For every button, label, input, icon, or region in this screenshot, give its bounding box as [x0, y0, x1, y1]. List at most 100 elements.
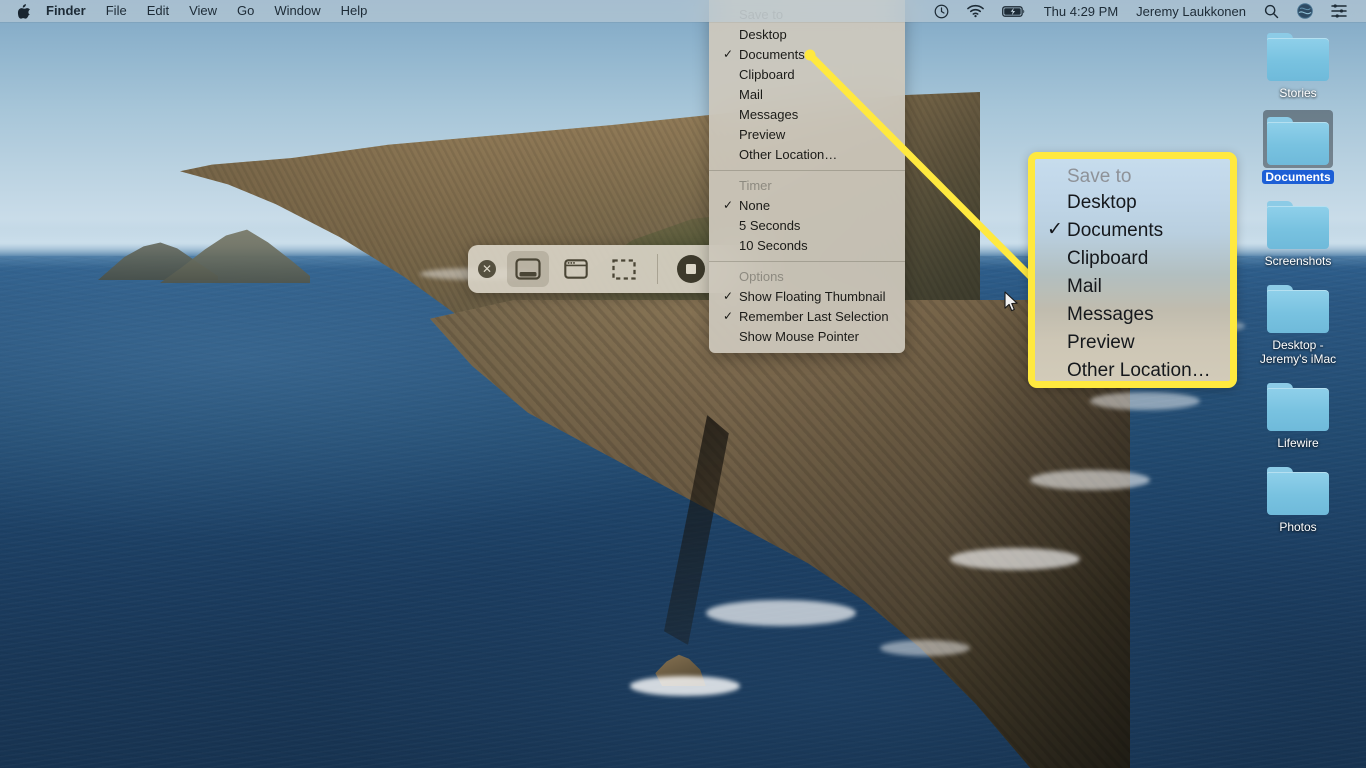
menu-item-10-seconds[interactable]: 10 Seconds — [709, 236, 905, 256]
desktop-icon-label: Documents — [1262, 170, 1334, 184]
callout-item-documents: ✓ Documents — [1035, 217, 1230, 245]
desktop-icon-lifewire[interactable]: Lifewire — [1243, 376, 1353, 450]
menu-view[interactable]: View — [179, 0, 227, 22]
capture-entire-screen-button[interactable] — [507, 251, 549, 287]
menu-item-preview[interactable]: Preview — [709, 125, 905, 145]
macos-menu-bar[interactable]: Finder File Edit View Go Window Help Thu… — [0, 0, 1366, 22]
callout-item-label: Desktop — [1067, 192, 1137, 213]
menu-window[interactable]: Window — [264, 0, 330, 22]
menu-item-other-location[interactable]: Other Location… — [709, 145, 905, 165]
desktop-icon-label: Stories — [1279, 86, 1317, 100]
wifi-status-icon[interactable] — [958, 0, 993, 22]
menu-item-label: Show Floating Thumbnail — [739, 289, 886, 304]
menu-item-label: 10 Seconds — [739, 238, 808, 253]
folder-icon — [1263, 278, 1333, 336]
desktop-icon-label: Lifewire — [1277, 436, 1319, 450]
menu-item-remember-last-selection[interactable]: ✓ Remember Last Selection — [709, 307, 905, 327]
callout-item-desktop: Desktop — [1035, 189, 1230, 217]
apple-logo-icon[interactable] — [10, 0, 36, 22]
callout-item-label: Preview — [1067, 332, 1135, 353]
menu-bar-user-name[interactable]: Jeremy Laukkonen — [1127, 0, 1255, 22]
menu-edit[interactable]: Edit — [137, 0, 179, 22]
menu-item-label: Preview — [739, 127, 786, 142]
surf-foam — [630, 676, 740, 696]
folder-icon — [1263, 26, 1333, 84]
menu-item-desktop[interactable]: Desktop — [709, 25, 905, 45]
siri-status-icon[interactable] — [1288, 0, 1322, 22]
capture-selected-portion-button[interactable] — [603, 251, 645, 287]
desktop-icon-desktop[interactable]: Desktop - Jeremy's iMac — [1243, 278, 1353, 366]
checkmark-icon: ✓ — [1047, 219, 1063, 240]
capture-selected-portion-icon — [612, 258, 636, 280]
menu-item-none[interactable]: ✓ None — [709, 196, 905, 216]
surf-foam — [1090, 392, 1200, 410]
menu-item-mail[interactable]: Mail — [709, 85, 905, 105]
callout-item-label: Clipboard — [1067, 248, 1149, 269]
menu-item-5-seconds[interactable]: 5 Seconds — [709, 216, 905, 236]
menu-item-label: Mail — [739, 87, 763, 102]
record-entire-screen-button[interactable] — [670, 251, 712, 287]
desktop-screen: Stories Documents Screenshots Desktop - Jer… — [0, 0, 1366, 768]
desktop-icon-column: Stories Documents Screenshots Desktop - Jer… — [1238, 26, 1358, 544]
close-toolbar-button[interactable]: ✕ — [478, 260, 496, 278]
menu-item-show-floating-thumbnail[interactable]: ✓ Show Floating Thumbnail — [709, 287, 905, 307]
desktop-icon-label: Desktop - Jeremy's iMac — [1259, 338, 1337, 366]
checkmark-icon: ✓ — [723, 198, 734, 212]
menu-item-clipboard[interactable]: Clipboard — [709, 65, 905, 85]
menu-item-label: Messages — [739, 107, 799, 122]
menu-bar-app-menus: Finder File Edit View Go Window Help — [0, 0, 377, 22]
callout-item-messages: Messages — [1035, 301, 1230, 329]
folder-icon — [1263, 194, 1333, 252]
menu-bar-clock[interactable]: Thu 4:29 PM — [1035, 0, 1127, 22]
menu-item-documents[interactable]: ✓ Documents — [709, 45, 905, 65]
menu-item-label: Other Location… — [739, 147, 838, 162]
time-machine-status-icon[interactable] — [925, 0, 958, 22]
callout-item-clipboard: Clipboard — [1035, 245, 1230, 273]
capture-selected-window-icon — [564, 259, 588, 279]
menu-item-label: 5 Seconds — [739, 218, 801, 233]
desktop-icon-photos[interactable]: Photos — [1243, 460, 1353, 534]
record-entire-screen-icon — [677, 255, 705, 283]
callout-item-preview: Preview — [1035, 329, 1230, 357]
folder-icon — [1263, 376, 1333, 434]
menu-item-show-mouse-pointer[interactable]: Show Mouse Pointer — [709, 327, 905, 347]
desktop-icon-stories[interactable]: Stories — [1243, 26, 1353, 100]
menu-help[interactable]: Help — [331, 0, 378, 22]
menu-go[interactable]: Go — [227, 0, 264, 22]
spotlight-search-icon[interactable] — [1255, 0, 1288, 22]
menu-finder[interactable]: Finder — [36, 0, 96, 22]
surf-foam — [950, 548, 1080, 570]
callout-item-other-location: Other Location… — [1035, 357, 1230, 381]
menu-item-label: Clipboard — [739, 67, 795, 82]
menu-item-label: Desktop — [739, 27, 787, 42]
menu-item-messages[interactable]: Messages — [709, 105, 905, 125]
battery-status-icon[interactable] — [993, 0, 1035, 22]
surf-foam — [1030, 470, 1150, 490]
callout-item-label: Messages — [1067, 304, 1154, 325]
menu-separator — [709, 170, 905, 171]
folder-icon — [1263, 460, 1333, 518]
capture-entire-screen-icon — [515, 258, 541, 280]
desktop-icon-label: Photos — [1279, 520, 1317, 534]
checkmark-icon: ✓ — [723, 289, 734, 303]
menu-item-label: Show Mouse Pointer — [739, 329, 859, 344]
desktop-icon-documents[interactable]: Documents — [1243, 110, 1353, 184]
screenshot-options-menu[interactable]: Save toDesktop✓DocumentsClipboardMailMes… — [709, 0, 905, 353]
callout-item-label: Other Location… — [1067, 360, 1211, 381]
callout-item-mail: Mail — [1035, 273, 1230, 301]
checkmark-icon: ✓ — [723, 309, 734, 323]
close-icon: ✕ — [481, 262, 493, 276]
control-center-icon[interactable] — [1322, 0, 1356, 22]
folder-icon — [1263, 110, 1333, 168]
capture-selected-window-button[interactable] — [555, 251, 597, 287]
menu-section-header: Options — [739, 269, 784, 284]
callout-item-label: Documents — [1067, 220, 1164, 241]
desktop-icon-screenshots[interactable]: Screenshots — [1243, 194, 1353, 268]
menu-file[interactable]: File — [96, 0, 137, 22]
checkmark-icon: ✓ — [723, 47, 734, 61]
menu-item-label: Remember Last Selection — [739, 309, 889, 324]
surf-foam — [880, 640, 970, 656]
surf-foam — [706, 600, 856, 626]
magnified-save-to-callout: Save to Desktop ✓ Documents Clipboard Mail Mes… — [1028, 152, 1237, 388]
callout-section-header: Save to — [1067, 166, 1132, 187]
